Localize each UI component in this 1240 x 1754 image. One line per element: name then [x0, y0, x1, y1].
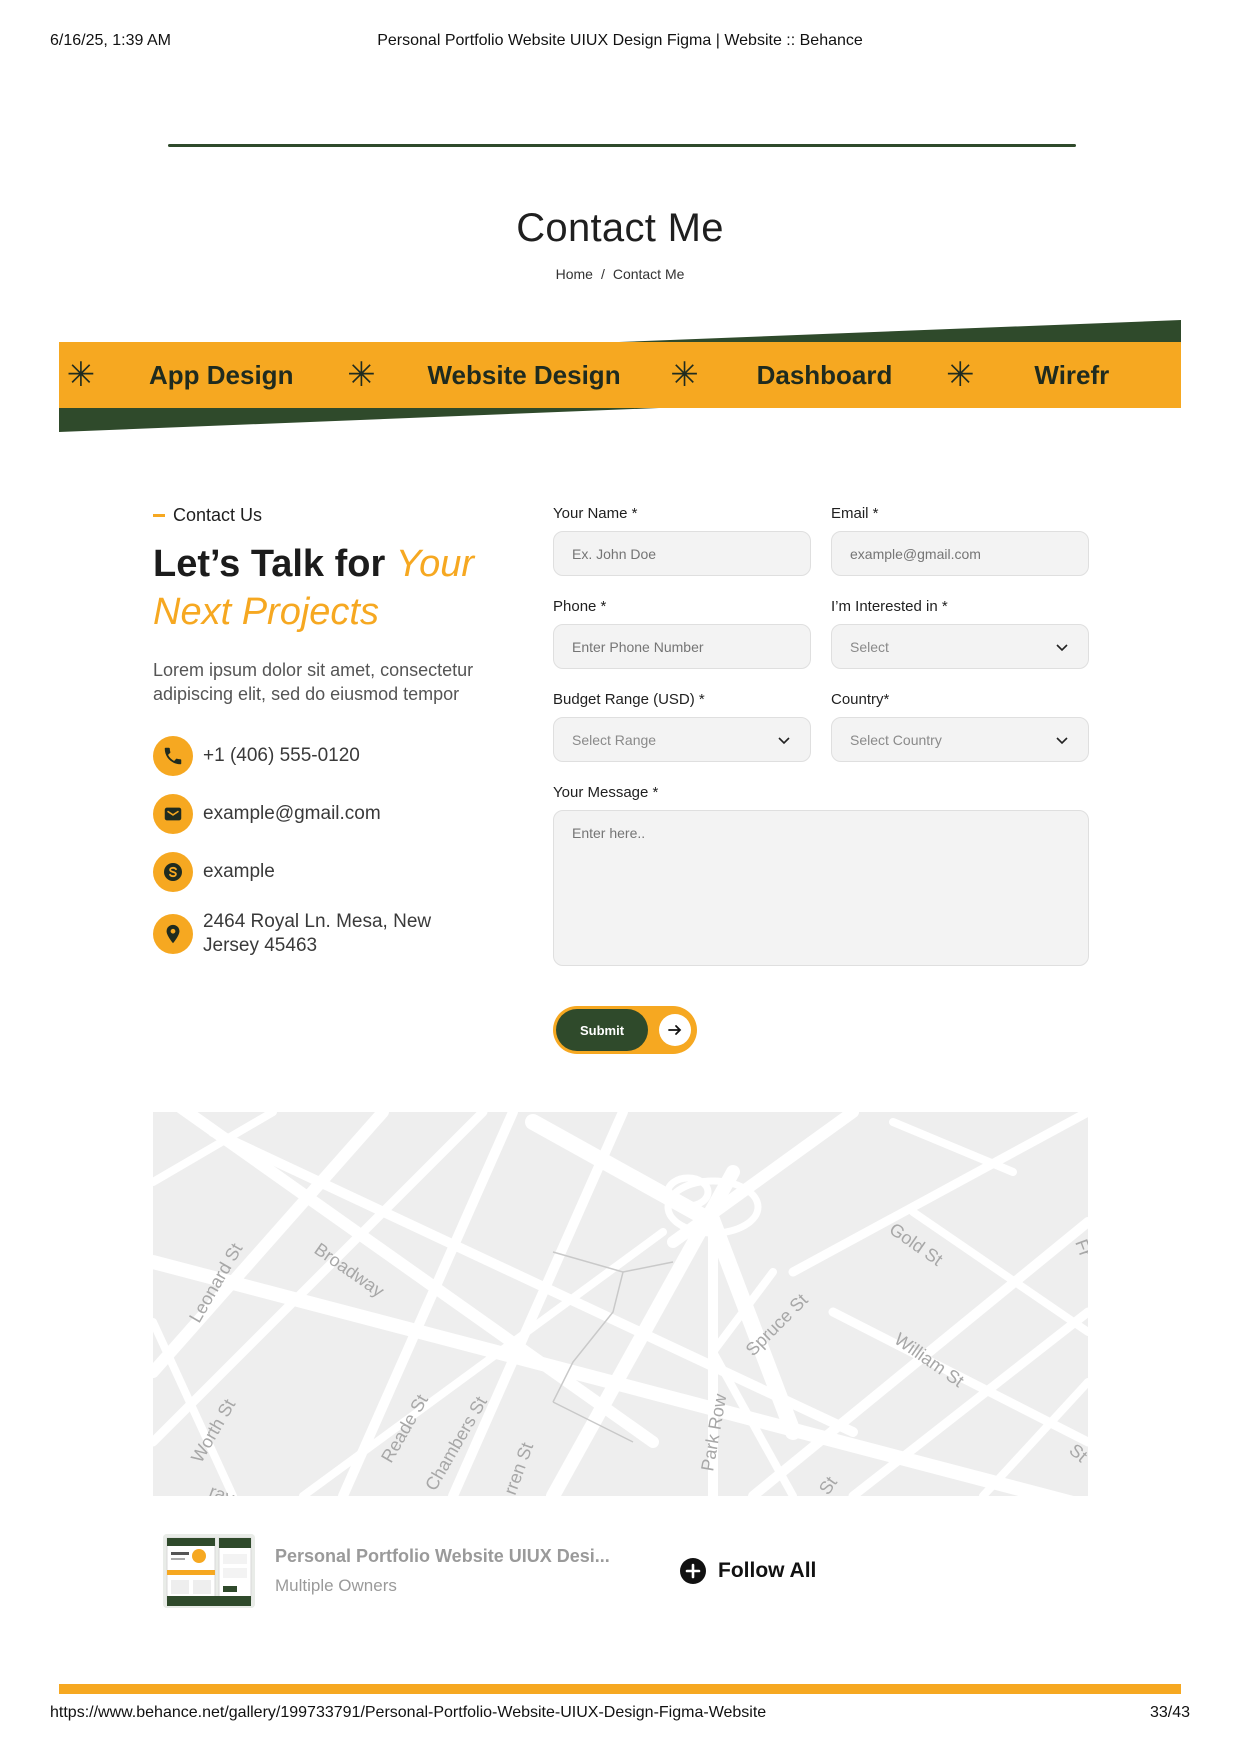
interest-select-value: Select [850, 638, 889, 655]
contact-phone-text: +1 (406) 555-0120 [203, 745, 360, 766]
ribbon-item-dashboard: Dashboard [756, 359, 893, 390]
ribbon-item-app-design: App Design [149, 359, 294, 390]
asterisk-icon: ✳ [66, 356, 96, 394]
contact-headline: Let’s Talk for Your Next Projects [153, 540, 523, 636]
email-input[interactable] [831, 531, 1089, 576]
project-thumbnail[interactable] [163, 1534, 255, 1608]
budget-field: Budget Range (USD) * Select Range [553, 691, 811, 762]
bottom-accent-bar [59, 1684, 1181, 1694]
services-ribbon: ✳ App Design ✳ Website Design ✳ Dashboar… [59, 320, 1181, 432]
headline-accent-2: Next Projects [153, 591, 379, 633]
page-title: Contact Me [516, 206, 724, 250]
contact-skype-text: example [203, 861, 275, 882]
name-label: Your Name * [553, 505, 638, 522]
project-owners[interactable]: Multiple Owners [275, 1576, 397, 1596]
contact-intro-text: Lorem ipsum dolor sit amet, consectetur … [153, 660, 474, 704]
breadcrumb-home-link[interactable]: Home [556, 266, 593, 282]
budget-select[interactable]: Select Range [553, 717, 811, 762]
print-page-number: 33/43 [1149, 1704, 1190, 1721]
email-field: Email * [831, 505, 1089, 576]
contact-intro: Contact Us Let’s Talk for Your Next Proj… [153, 505, 523, 706]
street-label: St [815, 1473, 841, 1496]
contact-address: 2464 Royal Ln. Mesa, New Jersey 45463 [153, 910, 513, 958]
country-select-value: Select Country [850, 731, 942, 748]
print-url: https://www.behance.net/gallery/19973379… [50, 1704, 767, 1721]
country-label: Country* [831, 691, 890, 708]
contact-eyebrow: Contact Us [153, 505, 523, 526]
name-input[interactable] [553, 531, 811, 576]
plus-circle-icon [680, 1558, 706, 1584]
eyebrow-text: Contact Us [173, 505, 263, 525]
headline-accent-1: Your [395, 543, 474, 585]
contact-phone[interactable]: +1 (406) 555-0120 [153, 736, 513, 776]
project-owner-bar: Personal Portfolio Website UIUX Desi... … [163, 1534, 863, 1610]
breadcrumb: Home / Contact Me [0, 266, 1240, 282]
eyebrow-dash [153, 514, 165, 517]
follow-all-label: Follow All [718, 1559, 817, 1582]
map-canvas[interactable]: Broadway Leonard St Worth St Reade St Ch… [153, 1112, 1088, 1496]
contact-email[interactable]: example@gmail.com [153, 794, 513, 834]
ribbon-item-wireframe: Wirefr [1034, 359, 1110, 390]
budget-select-value: Select Range [572, 731, 657, 748]
chevron-down-icon [778, 736, 790, 744]
asterisk-icon: ✳ [946, 356, 975, 394]
phone-icon [153, 736, 193, 776]
ribbon-item-website-design: Website Design [427, 359, 621, 390]
project-title[interactable]: Personal Portfolio Website UIUX Desi... [275, 1546, 610, 1567]
phone-label: Phone * [553, 598, 607, 615]
budget-label: Budget Range (USD) * [553, 691, 705, 708]
follow-all-button[interactable]: Follow All [680, 1558, 816, 1584]
interest-select[interactable]: Select [831, 624, 1089, 669]
asterisk-icon: ✳ [347, 356, 376, 394]
message-label: Your Message * [553, 784, 659, 801]
country-select[interactable]: Select Country [831, 717, 1089, 762]
location-pin-icon [153, 914, 193, 954]
contact-address-text: 2464 Royal Ln. Mesa, New Jersey 45463 [203, 911, 432, 956]
asterisk-icon: ✳ [670, 356, 699, 394]
name-field: Your Name * [553, 505, 811, 576]
arrow-right-icon[interactable] [659, 1014, 691, 1046]
print-footer: https://www.behance.net/gallery/19973379… [50, 1704, 1190, 1724]
skype-icon [153, 852, 193, 892]
header-divider [168, 144, 1076, 147]
print-header: 6/16/25, 1:39 AM Personal Portfolio Webs… [50, 32, 1190, 52]
submit-control[interactable]: Submit [553, 1006, 697, 1054]
phone-field: Phone * [553, 598, 811, 669]
headline-plain: Let’s Talk for [153, 543, 396, 585]
message-textarea[interactable] [553, 810, 1089, 966]
interest-field: I’m Interested in * Select [831, 598, 1089, 669]
interest-label: I’m Interested in * [831, 598, 948, 615]
ribbon-ticker: ✳ App Design ✳ Website Design ✳ Dashboar… [59, 342, 1181, 408]
contact-details: +1 (406) 555-0120 example@gmail.com exam… [153, 736, 513, 976]
print-title: Personal Portfolio Website UIUX Design F… [377, 32, 863, 49]
breadcrumb-separator: / [600, 266, 605, 282]
street-label: rren St [500, 1440, 537, 1496]
message-field: Your Message * [553, 784, 1089, 966]
submit-button[interactable]: Submit [556, 1009, 648, 1051]
contact-email-text: example@gmail.com [203, 803, 381, 824]
location-map[interactable]: Broadway Leonard St Worth St Reade St Ch… [153, 1112, 1088, 1496]
chevron-down-icon [1056, 643, 1068, 651]
email-label: Email * [831, 505, 879, 522]
contact-skype[interactable]: example [153, 852, 513, 892]
chevron-down-icon [1056, 736, 1068, 744]
breadcrumb-current: Contact Me [612, 266, 685, 282]
mail-icon [153, 794, 193, 834]
street-label: ray [207, 1481, 237, 1496]
phone-input[interactable] [553, 624, 811, 669]
street-label: William St [891, 1329, 968, 1391]
country-field: Country* Select Country [831, 691, 1089, 762]
